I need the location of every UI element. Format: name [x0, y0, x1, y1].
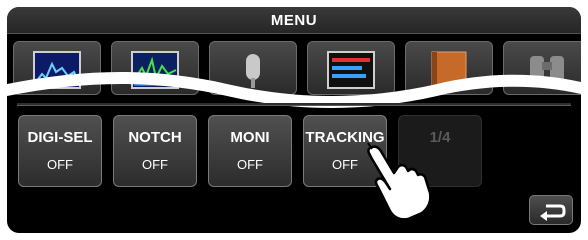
section-divider: [17, 103, 571, 106]
digi-sel-button[interactable]: DIGI-SEL OFF: [18, 115, 102, 187]
menu-title-bar: MENU: [7, 7, 581, 34]
back-button[interactable]: [529, 195, 573, 225]
moni-label: MONI: [230, 129, 270, 146]
moni-button[interactable]: MONI OFF: [208, 115, 292, 187]
moni-state: OFF: [237, 157, 263, 172]
notch-button[interactable]: NOTCH OFF: [113, 115, 197, 187]
tap-hand-icon: [367, 143, 432, 221]
radio-display: MENU DIGI-SEL OFF NOTCH OFF MONI OFF TRA…: [7, 7, 581, 233]
digi-sel-state: OFF: [47, 157, 73, 172]
return-arrow-icon: [540, 204, 566, 221]
notch-label: NOTCH: [128, 129, 182, 146]
notch-state: OFF: [142, 157, 168, 172]
digi-sel-label: DIGI-SEL: [27, 129, 93, 146]
menu-title: MENU: [270, 12, 318, 29]
